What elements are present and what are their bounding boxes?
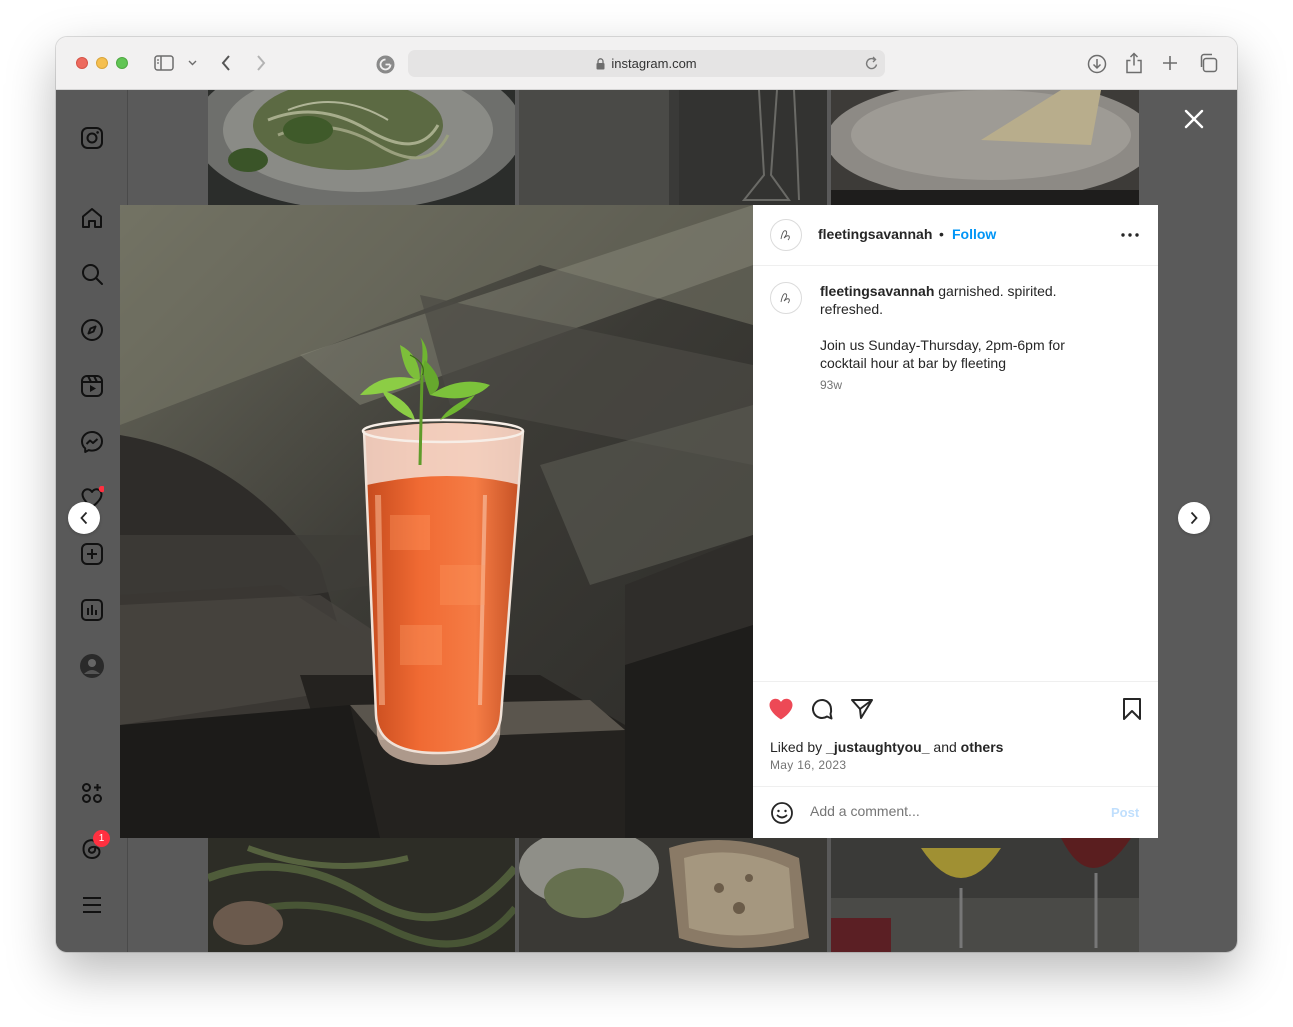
comment-input[interactable] [810, 803, 1090, 819]
new-tab-icon[interactable] [1160, 53, 1180, 73]
pasta-image [208, 90, 515, 205]
threads-icon[interactable]: 1 [80, 830, 110, 861]
explore-icon[interactable] [80, 318, 104, 342]
liked-by-user[interactable]: _justaughtyou_ [826, 739, 929, 755]
post-header: fleetingsavannah • Follow [753, 205, 1158, 266]
back-icon[interactable] [218, 53, 234, 73]
glasses-image [519, 90, 827, 205]
header-separator: • [939, 226, 944, 242]
search-icon[interactable] [80, 262, 104, 286]
liked-by-and: and [933, 739, 957, 755]
emoji-icon[interactable] [770, 801, 794, 830]
cocktail-image [120, 205, 753, 838]
save-bookmark-icon[interactable] [1119, 696, 1145, 722]
menu-icon[interactable] [80, 893, 104, 917]
also-from-meta-icon[interactable] [80, 781, 104, 805]
sidebar-toggle-icon[interactable] [153, 54, 175, 72]
grid-post-plate[interactable] [831, 90, 1139, 205]
post-photo [120, 205, 753, 838]
post-caption: fleetingsavannah garnished. spirited. re… [820, 282, 1110, 372]
more-options-icon[interactable] [1120, 227, 1140, 243]
downloads-icon[interactable] [1086, 53, 1108, 75]
create-icon[interactable] [80, 542, 104, 566]
caption-avatar[interactable] [770, 282, 802, 314]
maximize-window-button[interactable] [116, 57, 128, 69]
url-text: instagram.com [611, 56, 697, 71]
post-comment-button[interactable]: Post [1111, 805, 1139, 820]
close-modal-icon[interactable] [1182, 107, 1206, 131]
chevron-left-icon [80, 511, 88, 525]
browser-toolbar: instagram.com [56, 37, 1237, 90]
post-details-panel: fleetingsavannah • Follow fleetingsavann… [753, 205, 1158, 838]
page-content: 1 fleetingsavannah • Follow fleetingsava… [56, 90, 1237, 952]
comment-icon[interactable] [809, 696, 835, 722]
post-date[interactable]: May 16, 2023 [770, 758, 846, 772]
liked-by-text: Liked by _justaughtyou_ and others [770, 739, 1003, 755]
reels-icon[interactable] [80, 374, 104, 398]
post-modal: fleetingsavannah • Follow fleetingsavann… [120, 205, 1158, 838]
home-icon[interactable] [80, 206, 104, 230]
follow-button[interactable]: Follow [952, 226, 996, 242]
comment-bar: Post [753, 786, 1158, 838]
like-heart-icon[interactable] [768, 696, 794, 722]
liked-by-prefix: Liked by [770, 739, 823, 755]
caption-username[interactable]: fleetingsavannah [820, 283, 934, 299]
address-bar[interactable]: instagram.com [408, 50, 885, 77]
share-send-icon[interactable] [849, 696, 875, 722]
minimize-window-button[interactable] [96, 57, 108, 69]
cocktails-image [831, 838, 1139, 952]
extension-icon[interactable] [375, 54, 395, 74]
instagram-logo-icon[interactable] [80, 126, 104, 150]
grid-post-cocktails[interactable] [831, 838, 1139, 952]
lock-icon [596, 57, 605, 70]
messenger-icon[interactable] [80, 430, 104, 454]
next-post-button[interactable] [1178, 502, 1210, 534]
author-username[interactable]: fleetingsavannah [818, 226, 932, 242]
tab-overview-icon[interactable] [1197, 52, 1219, 74]
bread-image [519, 838, 827, 952]
profile-avatar[interactable] [80, 654, 104, 678]
chevron-right-icon [1190, 511, 1198, 525]
threads-badge: 1 [93, 830, 110, 847]
chevron-down-icon[interactable] [186, 58, 198, 68]
forward-icon[interactable] [253, 53, 269, 73]
dashboard-icon[interactable] [80, 598, 104, 622]
share-icon[interactable] [1123, 51, 1145, 75]
grid-post-glasses[interactable] [519, 90, 827, 205]
author-avatar[interactable] [770, 219, 802, 251]
liked-by-others[interactable]: others [961, 739, 1004, 755]
close-window-button[interactable] [76, 57, 88, 69]
grid-post-rosemary[interactable] [208, 838, 515, 952]
caption-text-line2: Join us Sunday-Thursday, 2pm-6pm for coc… [820, 337, 1065, 371]
post-actions: Liked by _justaughtyou_ and others May 1… [753, 681, 1158, 786]
plate-image [831, 90, 1139, 205]
rosemary-image [208, 838, 515, 952]
grid-post-bread[interactable] [519, 838, 827, 952]
browser-window: instagram.com 1 fleetingsavannah • Follo… [56, 37, 1237, 952]
caption-time-ago[interactable]: 93w [820, 378, 842, 392]
grid-post-pasta[interactable] [208, 90, 515, 205]
reload-icon[interactable] [865, 56, 879, 74]
previous-post-button[interactable] [68, 502, 100, 534]
